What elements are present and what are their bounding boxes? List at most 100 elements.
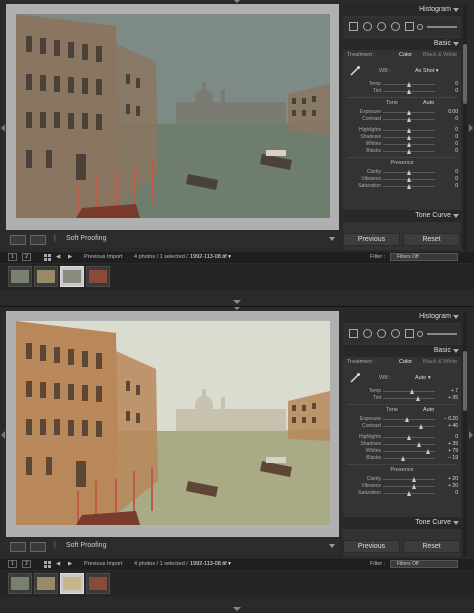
slider-value[interactable]: + 20: [448, 483, 458, 489]
spot-removal-icon[interactable]: [377, 329, 386, 338]
slider-value[interactable]: + 46: [448, 423, 458, 429]
filename-dropdown[interactable]: 1992-113-08.tif ▾: [190, 254, 231, 260]
slider-contrast[interactable]: Contrast + 46: [343, 423, 461, 430]
slider-track[interactable]: [383, 177, 435, 182]
tool-slider[interactable]: [427, 333, 457, 335]
treatment-color-option[interactable]: Color: [399, 52, 412, 58]
soft-proofing-label[interactable]: Soft Proofing: [66, 542, 106, 549]
slider-shadows[interactable]: Shadows 0: [343, 134, 461, 141]
reset-button[interactable]: Reset: [403, 233, 460, 246]
slider-knob[interactable]: [401, 456, 406, 461]
histogram-header[interactable]: Histogram: [343, 4, 461, 16]
tone-auto-button[interactable]: Auto: [423, 100, 434, 106]
slider-contrast[interactable]: Contrast 0: [343, 116, 461, 123]
basic-header[interactable]: Basic: [343, 38, 461, 50]
slider-track[interactable]: [383, 449, 435, 454]
previous-button[interactable]: Previous: [343, 540, 400, 553]
soft-proofing-label[interactable]: Soft Proofing: [66, 235, 106, 242]
slider-value[interactable]: 0: [455, 141, 458, 147]
slider-knob[interactable]: [411, 484, 416, 489]
slider-knob[interactable]: [406, 128, 411, 133]
loupe-view-button[interactable]: [10, 235, 26, 245]
toolbar-options-chevron-icon[interactable]: [329, 544, 335, 548]
wb-dropdown[interactable]: As Shot ▾: [415, 68, 439, 74]
slider-clarity[interactable]: Clarity 0: [343, 169, 461, 176]
crop-tool-icon[interactable]: [363, 22, 372, 31]
slider-whites[interactable]: Whites 0: [343, 141, 461, 148]
slider-track[interactable]: [383, 396, 435, 401]
adjustment-brush-icon[interactable]: [417, 331, 423, 337]
slider-track[interactable]: [383, 82, 435, 87]
slider-track[interactable]: [383, 435, 435, 440]
tone-curve-header[interactable]: Tone Curve: [343, 210, 461, 222]
slider-value[interactable]: 0: [455, 88, 458, 94]
collapse-left-panel-icon[interactable]: [1, 124, 5, 132]
slider-track[interactable]: [383, 389, 435, 394]
previous-button[interactable]: Previous: [343, 233, 400, 246]
slider-knob[interactable]: [406, 110, 411, 115]
slider-highlights[interactable]: Highlights 0: [343, 434, 461, 441]
filmstrip-thumbnail[interactable]: [34, 266, 58, 287]
slider-knob[interactable]: [406, 435, 411, 440]
slider-track[interactable]: [383, 484, 435, 489]
treatment-bw-option[interactable]: Black & White: [423, 52, 457, 58]
grid-view-icon[interactable]: [44, 254, 51, 261]
filmstrip-source[interactable]: Previous Import: [84, 254, 123, 260]
slider-value[interactable]: 0.00: [448, 109, 458, 115]
slider-value[interactable]: + 39: [448, 441, 458, 447]
slider-track[interactable]: [383, 149, 435, 154]
slider-saturation[interactable]: Saturation 0: [343, 490, 461, 497]
basic-collapse-icon[interactable]: [453, 42, 459, 46]
collapse-filmstrip-icon[interactable]: [233, 607, 241, 611]
slider-exposure[interactable]: Exposure − 0.20: [343, 416, 461, 423]
slider-highlights[interactable]: Highlights 0: [343, 127, 461, 134]
slider-value[interactable]: 0: [455, 134, 458, 140]
slider-track[interactable]: [383, 424, 435, 429]
slider-exposure[interactable]: Exposure 0.00: [343, 109, 461, 116]
basic-collapse-icon[interactable]: [453, 349, 459, 353]
back-arrow-icon[interactable]: ◀: [56, 254, 60, 260]
filmstrip-thumbnail[interactable]: [34, 573, 58, 594]
collapse-left-panel-icon[interactable]: [1, 431, 5, 439]
loupe-view-button[interactable]: [10, 542, 26, 552]
panel-scrollbar-thumb[interactable]: [463, 44, 467, 104]
filmstrip-thumbnail[interactable]: [86, 573, 110, 594]
slider-knob[interactable]: [406, 184, 411, 189]
slider-value[interactable]: + 35: [448, 395, 458, 401]
slider-value[interactable]: 0: [455, 490, 458, 496]
filter-dropdown[interactable]: Filters Off: [390, 253, 458, 261]
secondary-window-button[interactable]: 2: [22, 253, 31, 261]
filmstrip-source[interactable]: Previous Import: [84, 561, 123, 567]
tone-curve-header[interactable]: Tone Curve: [343, 517, 461, 529]
slider-value[interactable]: − 19: [448, 455, 458, 461]
tool-slider[interactable]: [427, 26, 457, 28]
slider-value[interactable]: 0: [455, 176, 458, 182]
slider-blacks[interactable]: Blacks 0: [343, 148, 461, 155]
slider-track[interactable]: [383, 89, 435, 94]
slider-vibrance[interactable]: Vibrance 0: [343, 176, 461, 183]
collapse-filmstrip-icon[interactable]: [233, 300, 241, 304]
slider-knob[interactable]: [406, 149, 411, 154]
slider-track[interactable]: [383, 491, 435, 496]
spot-removal-icon[interactable]: [377, 22, 386, 31]
red-eye-icon[interactable]: [391, 22, 400, 31]
slider-track[interactable]: [383, 442, 435, 447]
wb-dropdown[interactable]: Auto ▾: [415, 375, 431, 381]
slider-value[interactable]: 0: [455, 127, 458, 133]
tone-curve-collapse-icon[interactable]: [453, 214, 459, 218]
slider-knob[interactable]: [406, 117, 411, 122]
filmstrip-thumbnail[interactable]: [60, 266, 84, 287]
slider-track[interactable]: [383, 135, 435, 140]
forward-arrow-icon[interactable]: ▶: [68, 254, 72, 260]
slider-track[interactable]: [383, 170, 435, 175]
slider-track[interactable]: [383, 142, 435, 147]
collapse-right-panel-icon[interactable]: [469, 124, 473, 132]
histogram-header[interactable]: Histogram: [343, 311, 461, 323]
slider-value[interactable]: + 20: [448, 476, 458, 482]
slider-track[interactable]: [383, 110, 435, 115]
crop-tool-icon[interactable]: [363, 329, 372, 338]
slider-value[interactable]: 0: [455, 81, 458, 87]
slider-knob[interactable]: [406, 142, 411, 147]
filmstrip-thumbnail[interactable]: [86, 266, 110, 287]
slider-knob[interactable]: [406, 82, 411, 87]
